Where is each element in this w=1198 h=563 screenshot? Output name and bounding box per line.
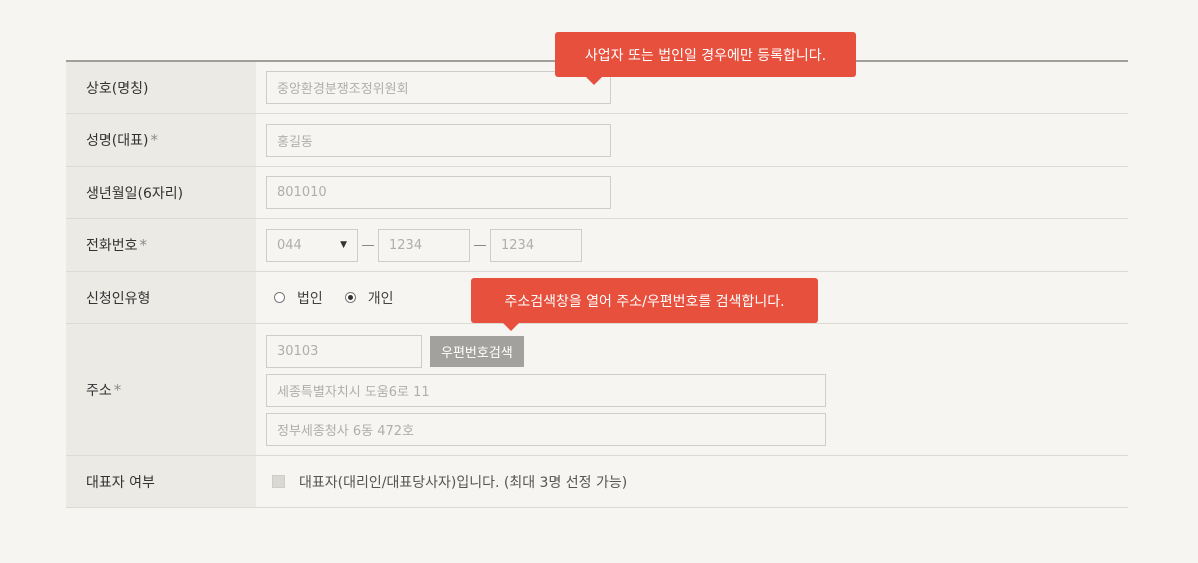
- applicant-type-label-text: 신청인유형: [86, 290, 151, 307]
- address-line2-placeholder: 정부세종청사 6동 472호: [277, 424, 415, 439]
- birth-label: 생년월일(6자리): [66, 167, 256, 218]
- birth-placeholder: 801010: [277, 185, 327, 200]
- row-phone: 전화번호 * 044 ▼ 1234 1234: [66, 219, 1128, 272]
- business-tooltip-text: 사업자 또는 법인일 경우에만 등록합니다.: [584, 47, 827, 64]
- business-name-label: 상호(명칭): [66, 62, 256, 113]
- required-star: *: [150, 131, 158, 149]
- area-code-value: 044: [277, 237, 302, 253]
- dropdown-arrow-icon: ▼: [340, 240, 347, 250]
- phone-separator: [474, 244, 486, 246]
- phone-field-cell: 044 ▼ 1234 1234: [256, 219, 1128, 271]
- radio-individual-label[interactable]: 개인: [368, 288, 394, 308]
- phone-separator: [362, 244, 374, 246]
- representative-checkbox[interactable]: [272, 475, 285, 488]
- phone-label-text: 전화번호: [86, 238, 138, 254]
- representative-label-text: 대표자 여부: [86, 474, 155, 491]
- address-line1-input[interactable]: 세종특별자치시 도움6로 11: [266, 374, 826, 407]
- representative-field-cell: 대표자(대리인/대표당사자)입니다. (최대 3명 선정 가능): [256, 456, 1128, 507]
- address-label-text: 주소: [86, 382, 112, 399]
- applicant-type-label: 신청인유형: [66, 272, 256, 323]
- business-tooltip: 사업자 또는 법인일 경우에만 등록합니다.: [555, 32, 856, 85]
- row-name: 성명(대표) * 홍길동: [66, 114, 1128, 167]
- business-name-placeholder: 중앙환경분쟁조정위원회: [277, 82, 409, 97]
- phone-middle-placeholder: 1234: [389, 237, 423, 253]
- address-line1-placeholder: 세종특별자치시 도움6로 11: [277, 385, 430, 400]
- zip-input[interactable]: 30103: [266, 335, 422, 368]
- required-star: *: [139, 236, 148, 254]
- address-field-cell: 30103 우편번호검색 세종특별자치시 도움6로 11 정부세종청사 6동 4…: [256, 324, 1128, 455]
- business-name-label-text: 상호(명칭): [86, 80, 149, 97]
- representative-checkbox-wrap: 대표자(대리인/대표당사자)입니다. (최대 3명 선정 가능): [266, 456, 1128, 507]
- area-code-select[interactable]: 044 ▼: [266, 228, 358, 262]
- name-label-text: 성명(대표): [86, 133, 149, 149]
- radio-individual[interactable]: [344, 292, 356, 303]
- name-input[interactable]: 홍길동: [266, 123, 611, 157]
- birth-input[interactable]: 801010: [266, 176, 611, 209]
- name-field-cell: 홍길동: [256, 114, 1128, 166]
- representative-checkbox-label[interactable]: 대표자(대리인/대표당사자)입니다. (최대 3명 선정 가능): [299, 472, 627, 492]
- phone-last-placeholder: 1234: [501, 237, 535, 253]
- birth-field-cell: 801010: [256, 167, 1128, 218]
- required-star: *: [113, 380, 122, 399]
- address-line2-input[interactable]: 정부세종청사 6동 472호: [266, 413, 826, 446]
- row-birth: 생년월일(6자리) 801010: [66, 167, 1128, 219]
- representative-label: 대표자 여부: [66, 456, 256, 507]
- address-label: 주소 *: [66, 324, 256, 455]
- row-representative: 대표자 여부 대표자(대리인/대표당사자)입니다. (최대 3명 선정 가능): [66, 456, 1128, 508]
- zip-placeholder: 30103: [277, 344, 319, 359]
- zip-search-button[interactable]: 우편번호검색: [430, 336, 524, 367]
- radio-corporation-label[interactable]: 법인: [297, 288, 323, 308]
- phone-last-input[interactable]: 1234: [490, 228, 582, 262]
- address-tooltip-text: 주소검색창을 열어 주소/우편번호를 검색합니다.: [504, 293, 785, 310]
- zip-line: 30103 우편번호검색: [266, 335, 1128, 368]
- radio-corporation[interactable]: [274, 292, 285, 303]
- phone-middle-input[interactable]: 1234: [378, 228, 470, 262]
- name-label: 성명(대표) *: [66, 114, 256, 166]
- row-address: 주소 * 30103 우편번호검색 세종특별자치시 도움6로 11 정부세종청사 …: [66, 324, 1128, 456]
- phone-label: 전화번호 *: [66, 219, 256, 271]
- birth-label-text: 생년월일(6자리): [86, 185, 184, 202]
- address-tooltip: 주소검색창을 열어 주소/우편번호를 검색합니다.: [471, 278, 818, 331]
- name-placeholder: 홍길동: [277, 134, 313, 150]
